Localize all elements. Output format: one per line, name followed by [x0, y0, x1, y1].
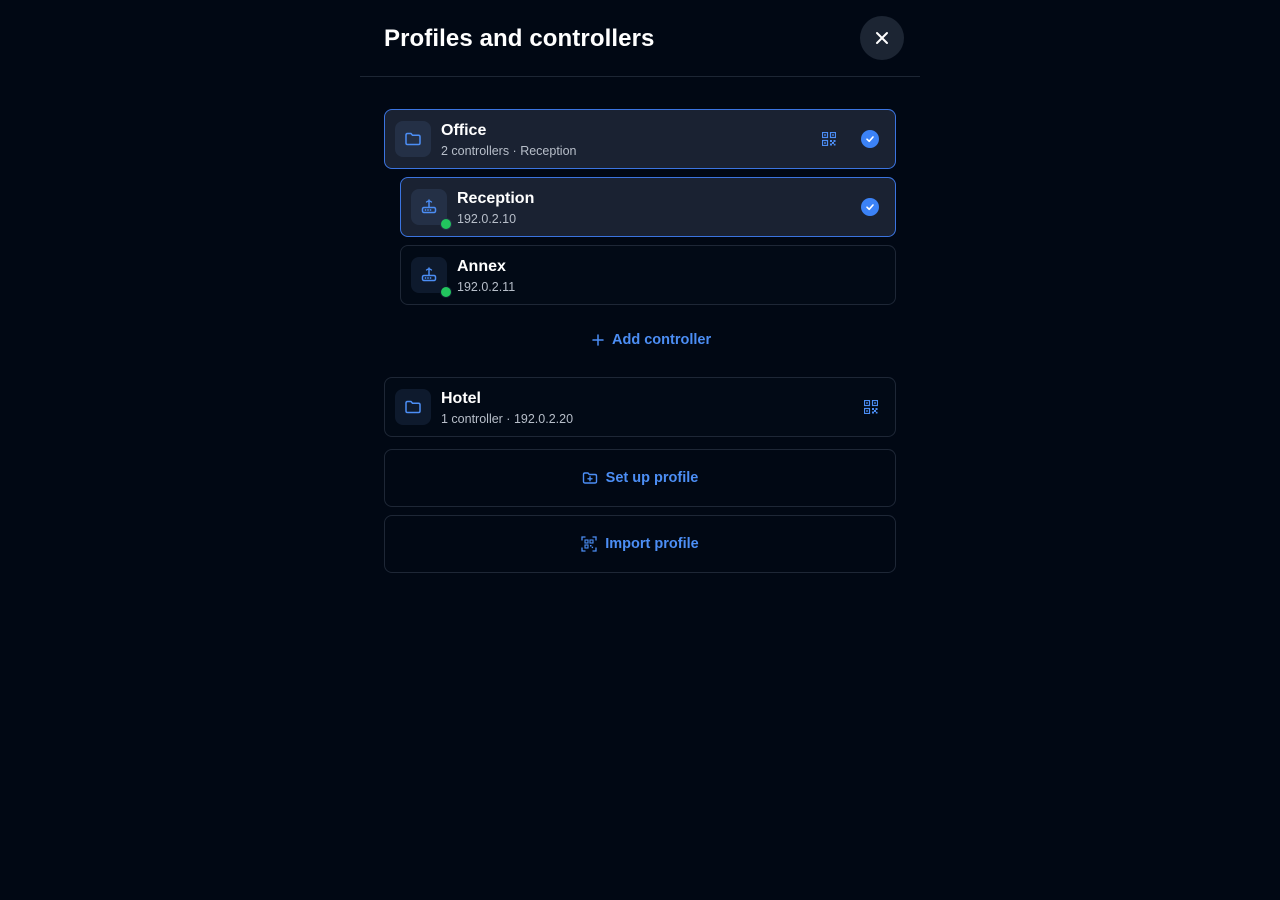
setup-profile-button[interactable]: Set up profile — [384, 449, 896, 507]
profile-name: Office — [441, 122, 487, 139]
profile-card-office[interactable]: Office 2 controllers · Reception — [384, 109, 896, 169]
online-status-dot — [440, 218, 452, 230]
close-button[interactable] — [860, 16, 904, 60]
selected-check-icon — [861, 130, 879, 148]
qr-code-icon — [822, 132, 836, 146]
panel-header: Profiles and controllers — [360, 0, 920, 77]
selected-check-icon — [861, 198, 879, 216]
controller-name: Reception — [457, 190, 535, 207]
profile-icon-box — [395, 121, 431, 157]
controller-name: Annex — [457, 258, 506, 275]
plus-icon — [592, 334, 604, 346]
profile-qr-button[interactable] — [821, 131, 837, 147]
profile-subtitle: 2 controllers · Reception — [441, 144, 577, 158]
add-controller-label: Add controller — [612, 332, 712, 348]
router-icon — [421, 267, 437, 282]
profiles-panel: Profiles and controllers Office 2 contro… — [360, 0, 920, 900]
controller-ip: 192.0.2.10 — [457, 212, 517, 226]
profile-qr-button[interactable] — [863, 399, 879, 415]
online-status-dot — [440, 286, 452, 298]
setup-profile-label: Set up profile — [605, 470, 699, 486]
import-profile-button[interactable]: Import profile — [384, 515, 896, 573]
qr-scan-icon — [581, 536, 597, 552]
controller-ip: 192.0.2.11 — [457, 280, 516, 294]
profile-subtitle: 1 controller · 192.0.2.20 — [441, 412, 574, 426]
profile-icon-box — [395, 389, 431, 425]
controller-icon-box — [411, 257, 452, 298]
folder-plus-icon — [582, 472, 597, 484]
qr-code-icon — [864, 400, 878, 414]
controller-card-reception[interactable]: Reception 192.0.2.10 — [400, 177, 896, 237]
folder-icon — [405, 400, 421, 414]
controller-card-annex[interactable]: Annex 192.0.2.11 — [400, 245, 896, 305]
profile-name: Hotel — [441, 390, 481, 407]
controller-icon-box — [411, 189, 452, 230]
close-icon — [876, 32, 888, 44]
page-title: Profiles and controllers — [384, 25, 655, 52]
add-controller-button[interactable]: Add controller — [592, 332, 711, 348]
profile-card-hotel[interactable]: Hotel 1 controller · 192.0.2.20 — [384, 377, 896, 437]
router-icon — [421, 199, 437, 214]
import-profile-label: Import profile — [605, 536, 699, 552]
folder-icon — [405, 132, 421, 146]
